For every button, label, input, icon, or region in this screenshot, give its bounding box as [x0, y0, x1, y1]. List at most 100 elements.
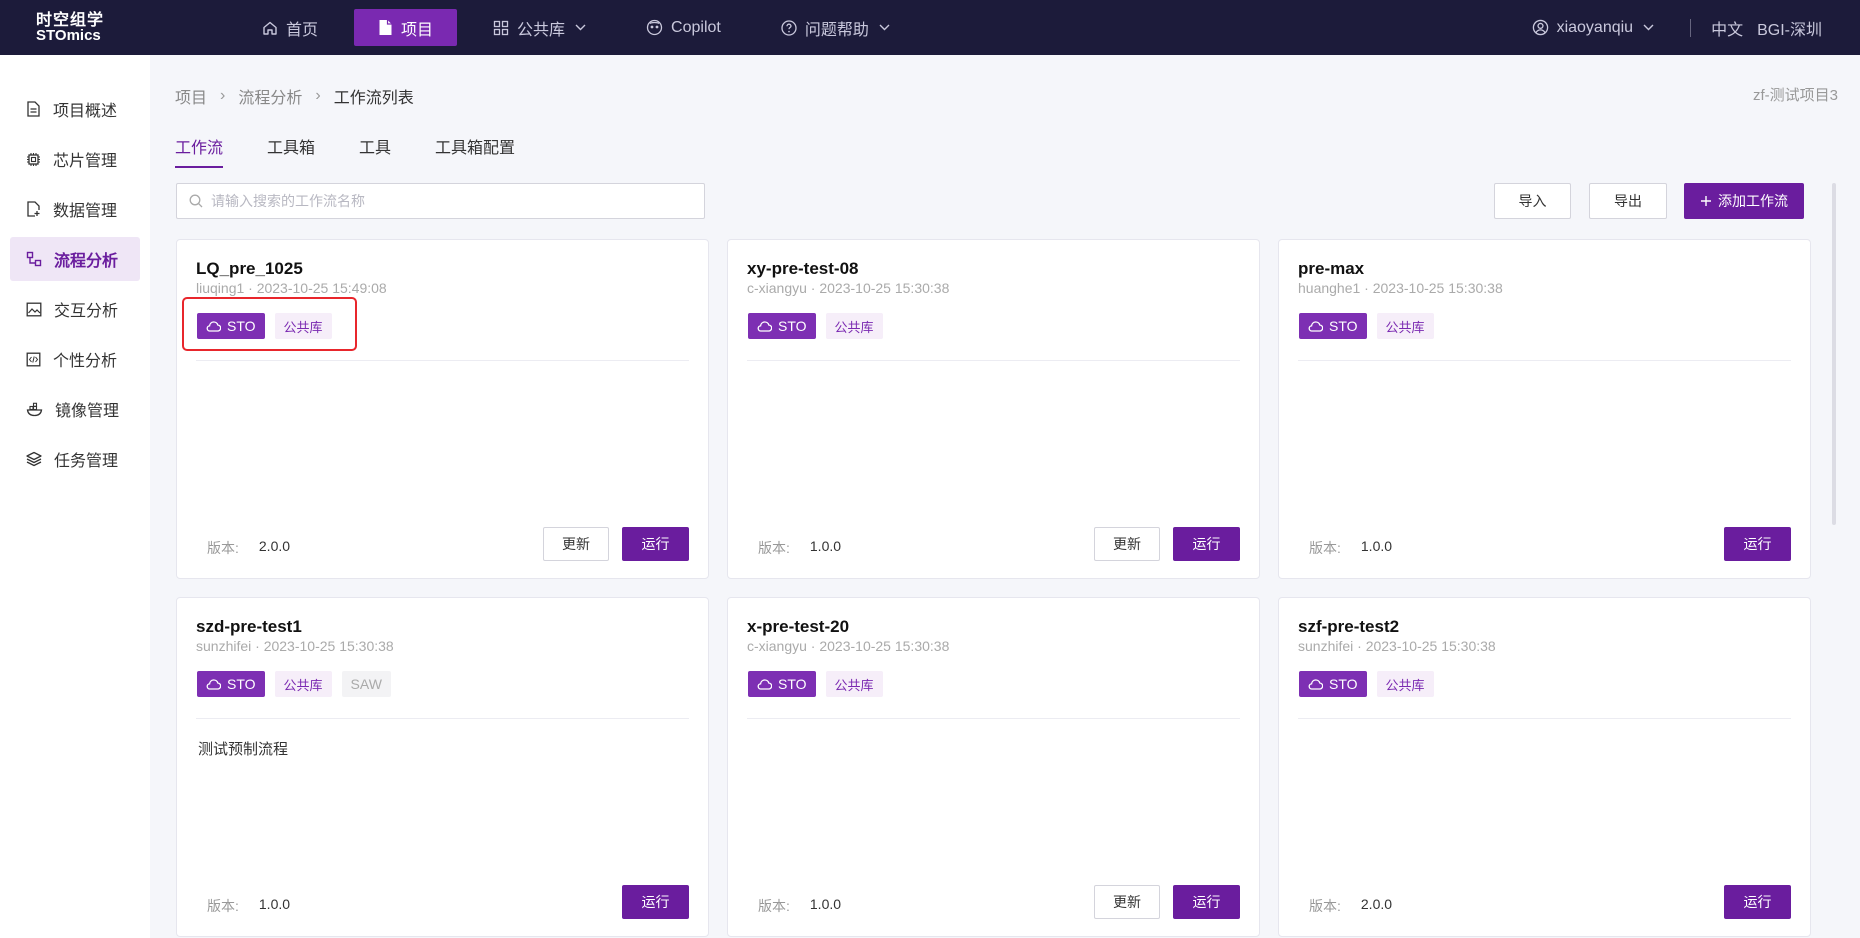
nav-item-1[interactable]: 项目	[354, 9, 458, 46]
card-title[interactable]: szd-pre-test1	[196, 617, 302, 637]
card-tags: STO 公共库 SAW	[197, 671, 401, 697]
run-button[interactable]: 运行	[1173, 527, 1240, 561]
tag-sto: STO	[197, 313, 265, 339]
chevron-down-icon	[1643, 24, 1654, 31]
version-label: 版本:	[1309, 898, 1341, 914]
sidebar-item-2[interactable]: 数据管理	[10, 187, 140, 231]
run-button[interactable]: 运行	[622, 885, 689, 919]
run-button[interactable]: 运行	[1724, 527, 1791, 561]
nav-item-0[interactable]: 首页	[238, 9, 342, 46]
search-input[interactable]	[211, 193, 704, 209]
tag-sto: STO	[748, 313, 816, 339]
run-label: 运行	[1743, 894, 1772, 910]
breadcrumb-separator-icon: ›	[220, 87, 226, 104]
card-title[interactable]: x-pre-test-20	[747, 617, 849, 637]
workflow-card[interactable]: szd-pre-test1 sunzhifei · 2023-10-25 15:3…	[176, 597, 709, 937]
nav-item-label: 项目	[401, 21, 434, 39]
tag-library: 公共库	[1376, 671, 1434, 697]
card-title[interactable]: pre-max	[1298, 259, 1364, 279]
workflow-card[interactable]: x-pre-test-20 c-xiangyu · 2023-10-25 15:3…	[727, 597, 1260, 937]
tag-label: 公共库	[1385, 319, 1425, 335]
scrollbar[interactable]	[1832, 183, 1836, 525]
sidebar-item-7[interactable]: 任务管理	[10, 437, 140, 481]
version-value: 1.0.0	[809, 896, 842, 912]
tab-2[interactable]: 工具	[359, 134, 391, 168]
card-title[interactable]: szf-pre-test2	[1298, 617, 1399, 637]
tag-library: 公共库	[825, 313, 883, 339]
layers-icon	[26, 451, 50, 467]
card-divider	[747, 718, 1240, 719]
tag-label: STO	[1329, 676, 1358, 692]
sidebar-item-label: 个性分析	[53, 353, 118, 370]
tab-1[interactable]: 工具箱	[267, 134, 315, 168]
run-button[interactable]: 运行	[1724, 885, 1791, 919]
nav-item-label: 公共库	[517, 21, 566, 39]
chevron-down-icon	[575, 24, 586, 31]
nav-item-3[interactable]: Copilot	[622, 9, 745, 46]
card-divider	[1298, 360, 1791, 361]
nav-item-label: 问题帮助	[804, 21, 869, 39]
language-switch[interactable]: 中文	[1711, 16, 1743, 40]
top-navbar: 时空组学 STOmics 首页 项目 公共库 Copilot 问题帮助 xiaoyanq…	[0, 0, 1860, 55]
cloud-icon	[1308, 678, 1323, 690]
sidebar-item-label: 镜像管理	[55, 403, 120, 420]
breadcrumb-item-project[interactable]: 项目	[175, 84, 207, 108]
version-label: 版本:	[207, 898, 239, 914]
workflow-card[interactable]: LQ_pre_1025 liuqing1 · 2023-10-25 15:49:0…	[176, 239, 709, 579]
card-meta: huanghe1 · 2023-10-25 15:30:38	[1298, 280, 1503, 296]
nav-item-2[interactable]: 公共库	[469, 9, 610, 46]
chip-icon	[26, 152, 49, 167]
org-switch[interactable]: BGI-深圳	[1757, 16, 1822, 40]
update-button[interactable]: 更新	[1094, 885, 1160, 919]
sidebar-item-6[interactable]: 镜像管理	[10, 387, 140, 431]
sidebar-item-1[interactable]: 芯片管理	[10, 137, 140, 181]
tag-label: 公共库	[834, 319, 874, 335]
workflow-card[interactable]: pre-max huanghe1 · 2023-10-25 15:30:38 STO…	[1278, 239, 1811, 579]
tag-label: STO	[778, 318, 807, 334]
version-label: 版本:	[758, 898, 790, 914]
user-icon	[1532, 19, 1548, 36]
sidebar-item-label: 芯片管理	[53, 153, 118, 170]
run-label: 运行	[641, 894, 670, 910]
sidebar-item-label: 数据管理	[53, 203, 118, 220]
breadcrumb-separator-icon: ›	[315, 87, 321, 104]
update-label: 更新	[1113, 894, 1141, 910]
breadcrumb-item-flow[interactable]: 流程分析	[238, 84, 302, 108]
tag-library: 公共库	[274, 671, 332, 697]
sidebar-item-0[interactable]: 项目概述	[10, 87, 140, 131]
card-title[interactable]: xy-pre-test-08	[747, 259, 859, 279]
workflow-card[interactable]: szf-pre-test2 sunzhifei · 2023-10-25 15:3…	[1278, 597, 1811, 937]
sidebar-item-label: 项目概述	[53, 103, 118, 120]
data-file-icon	[26, 201, 49, 217]
main-nav: 首页 项目 公共库 Copilot 问题帮助	[238, 0, 926, 55]
update-button[interactable]: 更新	[543, 527, 609, 561]
run-button[interactable]: 运行	[1173, 885, 1240, 919]
cloud-icon	[206, 320, 221, 332]
card-tags: STO 公共库	[1299, 313, 1444, 339]
add-workflow-button[interactable]: 添加工作流	[1684, 183, 1804, 219]
card-title[interactable]: LQ_pre_1025	[196, 259, 303, 279]
update-button[interactable]: 更新	[1094, 527, 1160, 561]
version-value: 2.0.0	[258, 538, 291, 554]
card-tags: STO 公共库	[1299, 671, 1444, 697]
sidebar-item-3[interactable]: 流程分析	[10, 237, 140, 281]
tag-label: STO	[227, 676, 256, 692]
tag-library: 公共库	[825, 671, 883, 697]
tab-3[interactable]: 工具箱配置	[435, 134, 515, 168]
tag-saw: SAW	[341, 671, 391, 697]
card-version: 版本: 1.0.0	[207, 896, 290, 916]
logo[interactable]: 时空组学 STOmics	[0, 12, 150, 43]
import-button[interactable]: 导入	[1494, 183, 1571, 219]
home-icon	[262, 20, 286, 36]
card-tags: STO 公共库	[748, 671, 893, 697]
sidebar-item-4[interactable]: 交互分析	[10, 287, 140, 331]
sidebar-item-label: 流程分析	[54, 253, 119, 270]
sidebar-item-5[interactable]: 个性分析	[10, 337, 140, 381]
workflow-card[interactable]: xy-pre-test-08 c-xiangyu · 2023-10-25 15:…	[727, 239, 1260, 579]
tab-0[interactable]: 工作流	[175, 134, 224, 168]
run-button[interactable]: 运行	[622, 527, 689, 561]
version-value: 1.0.0	[1360, 538, 1393, 554]
user-menu[interactable]: xiaoyanqiu	[1532, 19, 1663, 37]
export-button[interactable]: 导出	[1589, 183, 1667, 219]
nav-item-4[interactable]: 问题帮助	[757, 9, 914, 46]
